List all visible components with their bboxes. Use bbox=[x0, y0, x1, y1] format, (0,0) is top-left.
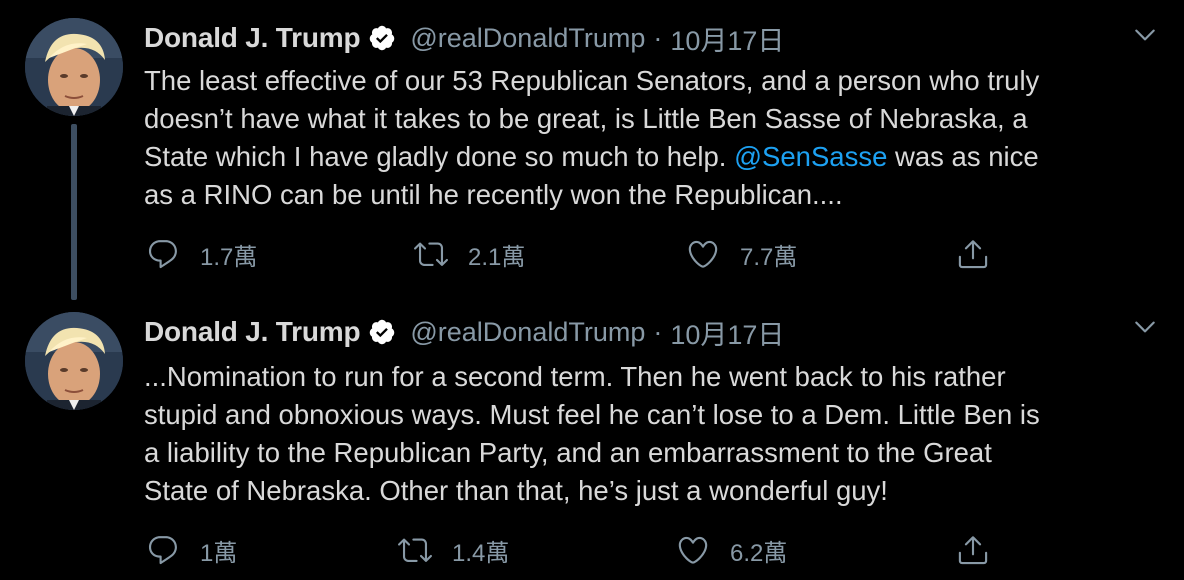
tweet-actions: 1.7萬 2.1萬 7.7萬 bbox=[144, 234, 1024, 274]
tweet-header: Donald J. Trump @realDonaldTrump · 10月17… bbox=[144, 18, 784, 58]
tweet-text-line: ...Nomination to run for a second term. … bbox=[144, 361, 1006, 392]
avatar-portrait bbox=[25, 312, 123, 410]
tweet-text-line: The least effective of our 53 Republican… bbox=[144, 65, 1040, 96]
reply-count: 1萬 bbox=[200, 539, 238, 567]
tweet-text: ...Nomination to run for a second term. … bbox=[144, 358, 1154, 510]
mention-link[interactable]: @SenSasse bbox=[734, 141, 887, 172]
like-count: 7.7萬 bbox=[740, 243, 798, 271]
share-button[interactable] bbox=[956, 530, 990, 570]
author-name[interactable]: Donald J. Trump bbox=[144, 22, 361, 54]
share-icon bbox=[958, 240, 988, 269]
share-icon bbox=[958, 536, 988, 565]
tweet-text-segment: State which I have gladly done so much t… bbox=[144, 141, 735, 172]
tweet-text-line: a liability to the Republican Party, and… bbox=[144, 437, 992, 468]
tweet[interactable]: Donald J. Trump @realDonaldTrump · 10月17… bbox=[0, 0, 1184, 300]
verified-badge-icon bbox=[368, 318, 396, 346]
author-handle[interactable]: @realDonaldTrump bbox=[410, 23, 645, 54]
tweet-date[interactable]: 10月17日 bbox=[670, 313, 784, 352]
like-button[interactable]: 6.2萬 bbox=[676, 530, 787, 570]
retweet-button[interactable]: 2.1萬 bbox=[414, 234, 525, 274]
tweet-text: The least effective of our 53 Republican… bbox=[144, 62, 1154, 214]
author-name[interactable]: Donald J. Trump bbox=[144, 316, 361, 348]
reply-count: 1.7萬 bbox=[200, 243, 258, 271]
tweet-text-line: stupid and obnoxious ways. Must feel he … bbox=[144, 399, 1040, 430]
tweet-text-line: as a RINO can be until he recently won t… bbox=[144, 179, 843, 210]
avatar-portrait bbox=[25, 18, 123, 116]
reply-button[interactable]: 1.7萬 bbox=[146, 234, 257, 274]
chevron-down-icon[interactable] bbox=[1132, 314, 1158, 340]
reply-icon bbox=[148, 240, 177, 269]
retweet-icon bbox=[414, 242, 448, 266]
author-handle[interactable]: @realDonaldTrump bbox=[410, 317, 645, 348]
tweet-date[interactable]: 10月17日 bbox=[670, 19, 784, 58]
verified-badge-icon bbox=[368, 24, 396, 52]
tweet[interactable]: Donald J. Trump @realDonaldTrump · 10月17… bbox=[0, 296, 1184, 580]
tweet-text-line: State of Nebraska. Other than that, he’s… bbox=[144, 475, 888, 506]
tweet-actions: 1萬 1.4萬 6.2萬 bbox=[144, 530, 1024, 570]
reply-button[interactable]: 1萬 bbox=[146, 530, 237, 570]
like-button[interactable]: 7.7萬 bbox=[686, 234, 797, 274]
avatar[interactable] bbox=[25, 18, 123, 116]
chevron-down-icon[interactable] bbox=[1132, 22, 1158, 48]
retweet-count: 1.4萬 bbox=[452, 539, 510, 567]
tweet-text-line: doesn’t have what it takes to be great, … bbox=[144, 103, 1028, 134]
separator-dot: · bbox=[653, 22, 663, 53]
tweet-text-line: State which I have gladly done so much t… bbox=[144, 138, 1154, 176]
share-button[interactable] bbox=[956, 234, 990, 274]
thread-connector bbox=[71, 124, 77, 300]
avatar[interactable] bbox=[25, 312, 123, 410]
retweet-button[interactable]: 1.4萬 bbox=[398, 530, 509, 570]
retweet-count: 2.1萬 bbox=[468, 243, 526, 271]
heart-icon bbox=[688, 240, 718, 268]
heart-icon bbox=[678, 536, 708, 564]
reply-icon bbox=[148, 536, 177, 565]
tweet-text-segment: was as nice bbox=[887, 141, 1039, 172]
separator-dot: · bbox=[653, 316, 663, 347]
tweet-header: Donald J. Trump @realDonaldTrump · 10月17… bbox=[144, 312, 784, 352]
retweet-icon bbox=[398, 538, 432, 562]
like-count: 6.2萬 bbox=[730, 539, 788, 567]
